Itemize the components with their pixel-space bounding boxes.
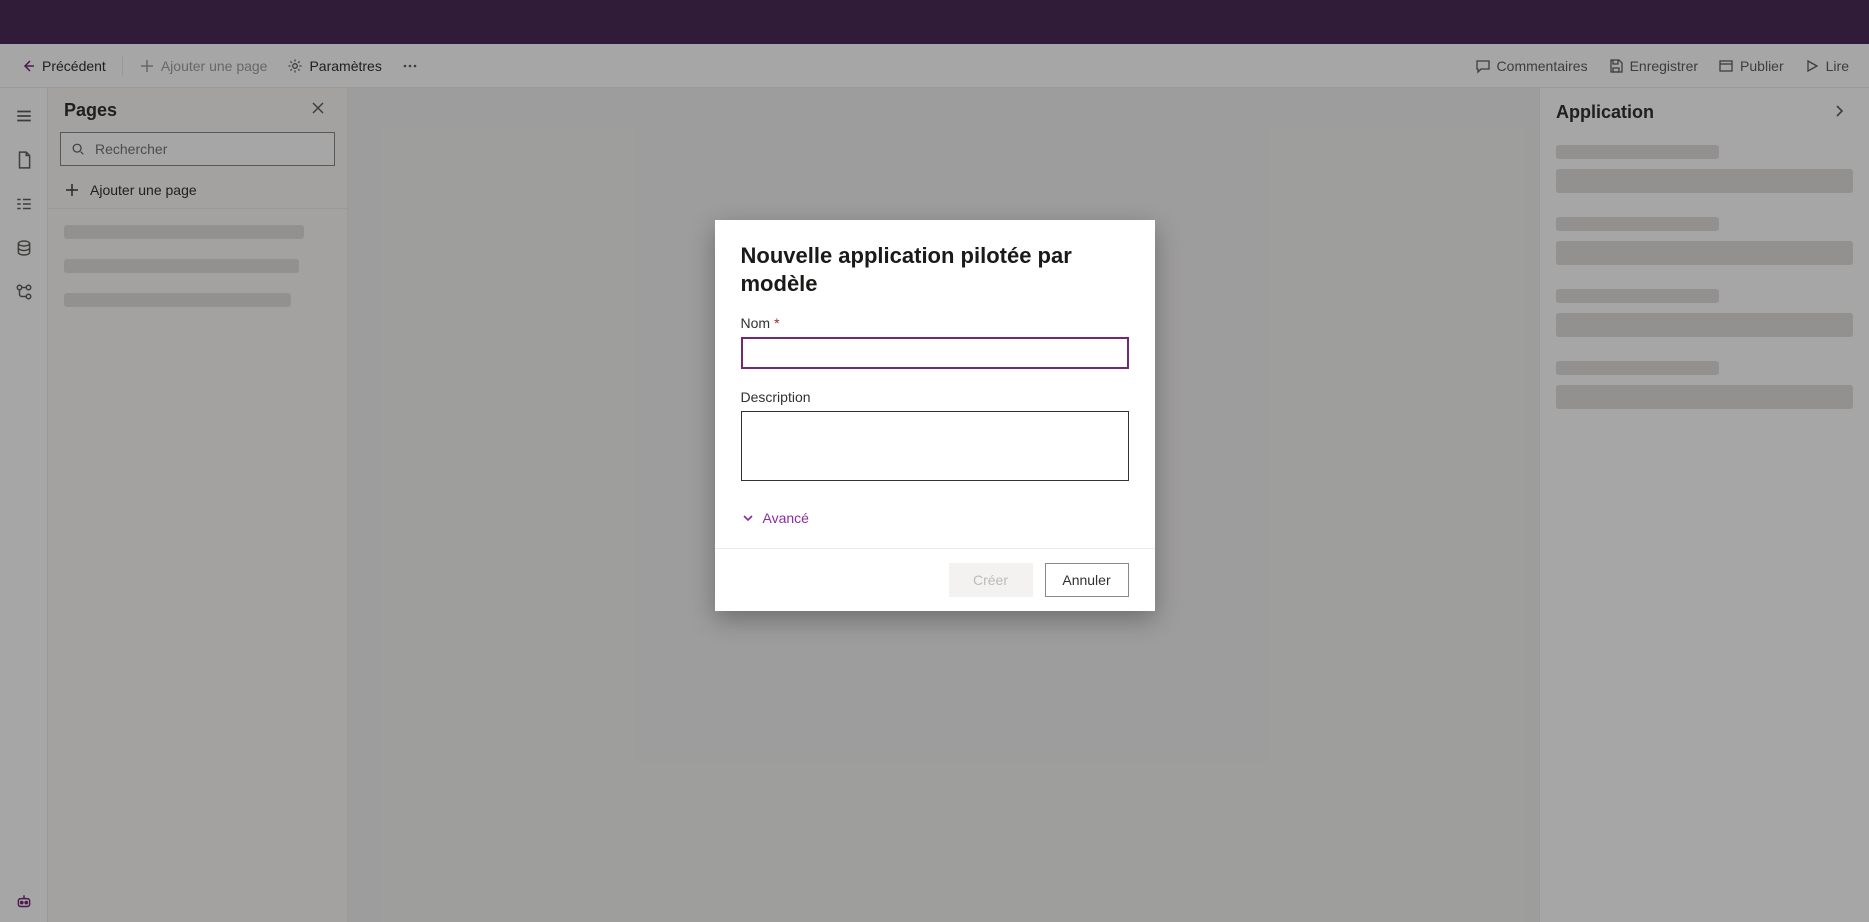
new-app-dialog: Nouvelle application pilotée par modèle … [715,220,1155,611]
description-field-label: Description [741,389,1129,405]
description-input[interactable] [741,411,1129,481]
create-button[interactable]: Créer [949,563,1033,597]
cancel-button[interactable]: Annuler [1045,563,1129,597]
name-field: Nom* [741,315,1129,369]
name-input[interactable] [741,337,1129,369]
cancel-button-label: Annuler [1062,572,1110,588]
modal-overlay: Nouvelle application pilotée par modèle … [0,0,1869,922]
required-star: * [774,315,779,331]
name-field-label-text: Nom [741,315,771,331]
create-button-label: Créer [973,572,1008,588]
dialog-footer: Créer Annuler [715,548,1155,611]
description-field: Description [741,389,1129,486]
dialog-title: Nouvelle application pilotée par modèle [741,242,1129,297]
advanced-toggle[interactable]: Avancé [741,506,809,542]
chevron-down-icon [741,511,755,525]
advanced-toggle-label: Avancé [763,510,809,526]
name-field-label: Nom* [741,315,1129,331]
